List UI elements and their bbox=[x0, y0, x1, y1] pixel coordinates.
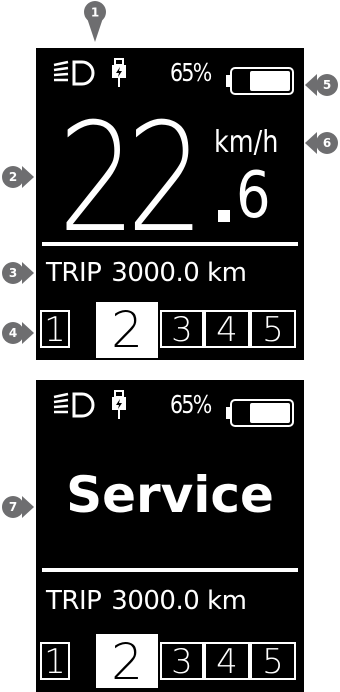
divider bbox=[42, 242, 298, 246]
usb-icon bbox=[112, 58, 126, 87]
assist-levels: 1 2 3 4 5 bbox=[36, 302, 304, 358]
callout-marker-1: 1 bbox=[83, 0, 107, 48]
display-service: 65% Service TRIP 3000.0 km 1 2 3 4 5 bbox=[36, 380, 304, 692]
assist-level-5: 5 bbox=[250, 310, 296, 348]
status-bar: 65% bbox=[36, 380, 304, 430]
assist-levels: 1 2 3 4 5 bbox=[36, 632, 304, 690]
callout-pointer bbox=[22, 166, 34, 188]
callout-pointer bbox=[22, 322, 34, 344]
callout-pointer bbox=[305, 132, 317, 154]
assist-level-2-selected: 2 bbox=[96, 302, 158, 358]
speed-unit: km/h bbox=[214, 125, 279, 160]
assist-level-5: 5 bbox=[250, 642, 296, 680]
callout-marker-4: 4 bbox=[2, 322, 24, 344]
assist-level-3: 3 bbox=[160, 642, 204, 680]
battery-percentage: 65% bbox=[170, 58, 212, 87]
divider bbox=[42, 568, 298, 572]
trip-value: 3000.0 km bbox=[111, 586, 247, 616]
trip-label: TRIP bbox=[46, 258, 102, 288]
callout-marker-6: 6 bbox=[316, 132, 338, 154]
assist-level-2-selected: 2 bbox=[96, 634, 158, 690]
trip-readout: TRIP 3000.0 km bbox=[46, 258, 247, 288]
display-main: 65% 22 km/h 6 TRIP 3000.0 km 1 2 3 4 5 bbox=[36, 48, 304, 360]
trip-value: 3000.0 km bbox=[111, 258, 247, 288]
battery-icon bbox=[226, 67, 294, 95]
marker-label: 1 bbox=[91, 6, 99, 20]
assist-level-4: 4 bbox=[204, 642, 250, 680]
assist-level-4: 4 bbox=[204, 310, 250, 348]
assist-level-1: 1 bbox=[40, 642, 70, 680]
callout-pin-icon: 1 bbox=[84, 1, 106, 42]
usb-icon bbox=[112, 390, 126, 419]
battery-percentage: 65% bbox=[170, 390, 212, 419]
trip-readout: TRIP 3000.0 km bbox=[46, 586, 247, 616]
speed-integer: 22 bbox=[58, 92, 205, 266]
speed-decimal: 6 bbox=[236, 159, 271, 233]
trip-label: TRIP bbox=[46, 586, 102, 616]
callout-marker-7: 7 bbox=[2, 496, 24, 518]
callout-pointer bbox=[305, 74, 317, 96]
callout-pointer bbox=[22, 262, 34, 284]
headlight-icon bbox=[53, 60, 95, 86]
assist-level-3: 3 bbox=[160, 310, 204, 348]
callout-pointer bbox=[22, 496, 34, 518]
headlight-icon bbox=[53, 392, 95, 418]
callout-marker-5: 5 bbox=[316, 74, 338, 96]
status-bar: 65% bbox=[36, 48, 304, 98]
callout-marker-2: 2 bbox=[2, 166, 24, 188]
service-message: Service bbox=[66, 466, 274, 524]
decimal-point bbox=[218, 210, 230, 222]
callout-marker-3: 3 bbox=[2, 262, 24, 284]
assist-level-1: 1 bbox=[40, 310, 70, 348]
battery-icon bbox=[226, 399, 294, 427]
